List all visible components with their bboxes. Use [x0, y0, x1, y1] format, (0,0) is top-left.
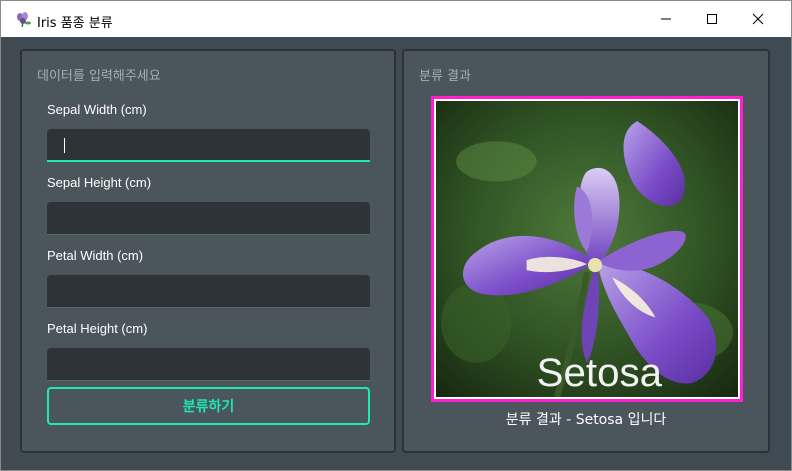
input-panel: 데이터를 입력해주세요 Sepal Width (cm) Sepal Heigh… [20, 49, 396, 453]
image-label: Setosa [537, 350, 663, 395]
petal-height-field[interactable] [47, 348, 370, 381]
close-button[interactable] [735, 1, 781, 37]
title-bar[interactable]: Iris 품종 분류 [1, 1, 791, 37]
app-window: Iris 품종 분류 데이터를 입력해주세요 Sepal Width (cm) … [0, 0, 792, 471]
sepal-width-input[interactable] [47, 129, 370, 160]
result-caption: 분류 결과 - Setosa 입니다 [505, 412, 667, 428]
close-icon [752, 13, 764, 25]
minimize-icon [661, 18, 671, 20]
sepal-width-field[interactable] [47, 129, 370, 162]
iris-flower-icon [17, 12, 31, 27]
maximize-icon [707, 14, 717, 24]
petal-width-label: Petal Width (cm) [47, 248, 144, 263]
petal-width-input[interactable] [47, 275, 370, 307]
client-area: 데이터를 입력해주세요 Sepal Width (cm) Sepal Heigh… [8, 38, 784, 465]
sepal-height-label: Sepal Height (cm) [47, 175, 152, 190]
window-title: Iris 품종 분류 [37, 16, 113, 31]
maximize-button[interactable] [689, 1, 735, 37]
result-panel-title: 분류 결과 [419, 69, 471, 84]
result-image-frame: Setosa [431, 96, 743, 402]
text-caret [64, 138, 65, 153]
input-panel-title: 데이터를 입력해주세요 [37, 69, 161, 84]
classify-button[interactable]: 분류하기 [47, 387, 370, 425]
sepal-width-label: Sepal Width (cm) [47, 102, 147, 117]
petal-height-input[interactable] [47, 348, 370, 380]
result-panel: 분류 결과 Setosa 분류 결과 - Setosa 입니다 [402, 49, 770, 453]
minimize-button[interactable] [643, 1, 689, 37]
petal-height-label: Petal Height (cm) [47, 321, 148, 336]
sepal-height-input[interactable] [47, 202, 370, 234]
sepal-height-field[interactable] [47, 202, 370, 235]
petal-width-field[interactable] [47, 275, 370, 308]
iris-setosa-image: Setosa [436, 101, 738, 397]
